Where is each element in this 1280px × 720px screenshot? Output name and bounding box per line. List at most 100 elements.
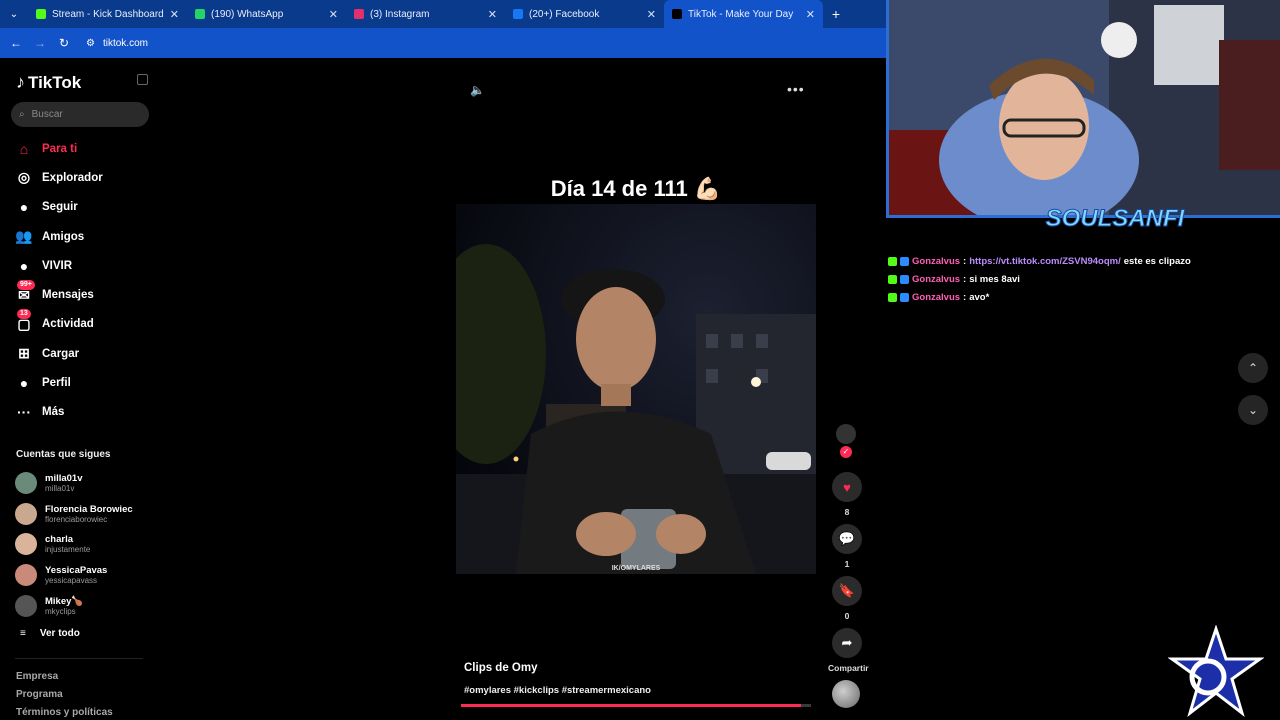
upload-icon: ⊞	[15, 345, 33, 363]
sidebar-item-seguir[interactable]: ● Seguir	[0, 193, 160, 222]
activity-icon: ▢ 13	[15, 309, 33, 333]
chat-separator: :	[963, 291, 967, 303]
chat-message: Gonzalvus: https://vt.tiktok.com/ZSVN94oq…	[888, 252, 1191, 270]
comment-icon: 💬	[838, 531, 856, 546]
sidebar-item-cargar[interactable]: ⊞ Cargar	[0, 339, 160, 368]
chat-link[interactable]: https://vt.tiktok.com/ZSVN94oqm/	[969, 256, 1121, 267]
share-button[interactable]: ➦	[832, 628, 862, 658]
browser-tab[interactable]: (3) Instagram ✕	[346, 0, 505, 28]
compass-icon: ◎	[15, 169, 33, 187]
video-author[interactable]: Clips de Omy	[464, 662, 538, 674]
like-count: 8	[844, 507, 850, 517]
tab-close-icon[interactable]: ✕	[329, 8, 338, 21]
sidebar-item-mensajes[interactable]: ✉ 99+ Mensajes	[0, 280, 160, 309]
sidebar-item-amigos[interactable]: 👥 Amigos	[0, 222, 160, 251]
site-info-icon[interactable]: ⚙	[86, 38, 95, 49]
tab-title: Stream - Kick Dashboard	[52, 8, 164, 20]
footer-link[interactable]: Programa	[16, 689, 113, 707]
forward-arrow-icon[interactable]: →	[30, 33, 50, 53]
heart-icon: ♥	[843, 479, 851, 495]
browser-tab[interactable]: (20+) Facebook ✕	[505, 0, 664, 28]
chat-username[interactable]: Gonzalvus	[912, 274, 960, 285]
scroll-down-button[interactable]: ⌄	[1238, 395, 1268, 425]
account-username: milla01v	[45, 484, 75, 494]
sidebar-item-label: Seguir	[42, 201, 78, 214]
video-progress-bar[interactable]	[461, 704, 811, 707]
tab-title: (3) Instagram	[370, 8, 430, 20]
tab-search-chevron-icon[interactable]: ⌄	[0, 0, 28, 28]
following-account[interactable]: YessicaPavas yessicapavass	[15, 560, 133, 591]
new-tab-button[interactable]: +	[823, 6, 849, 22]
video-player[interactable]: IK/OMYLARES	[456, 204, 816, 574]
footer-link[interactable]: Empresa	[16, 671, 113, 689]
nav-glyph: ●	[19, 199, 29, 216]
tab-favicon-icon	[354, 9, 364, 19]
chevron-up-icon: ⌃	[1247, 361, 1259, 375]
browser-tab[interactable]: (190) WhatsApp ✕	[187, 0, 346, 28]
follow-check-icon[interactable]: ✓	[840, 446, 852, 458]
chat-message: Gonzalvus: avo*	[888, 288, 1191, 306]
account-username: florenciaborowiec	[45, 514, 108, 524]
following-account[interactable]: Mikey🍗 mkyclips	[15, 590, 133, 621]
footer-link[interactable]: Términos y políticas	[16, 707, 113, 720]
browser-tab[interactable]: TikTok - Make Your Day ✕	[664, 0, 823, 28]
following-list: milla01v milla01v Florencia Borowiec floren…	[15, 468, 133, 621]
following-account[interactable]: milla01v milla01v	[15, 468, 133, 499]
search-icon: ⌕	[19, 109, 25, 120]
sidebar-item-perfil[interactable]: ● Perfil	[0, 368, 160, 397]
browser-tab[interactable]: Stream - Kick Dashboard ✕	[28, 0, 187, 28]
sidebar-item-label: Actividad	[42, 318, 94, 331]
music-disc-icon[interactable]	[832, 680, 860, 708]
subscriber-badge-icon	[900, 274, 909, 284]
tab-title: TikTok - Make Your Day	[688, 8, 794, 20]
messages-icon: ✉ 99+	[15, 280, 35, 304]
url-text: tiktok.com	[102, 37, 148, 49]
scroll-up-button[interactable]: ⌃	[1238, 353, 1268, 383]
sidebar-item-label: Para ti	[42, 142, 78, 155]
creator-avatar[interactable]	[836, 424, 856, 444]
chat-text: si mes 8avi	[969, 273, 1020, 285]
following-title: Cuentas que sigues	[16, 449, 111, 460]
address-bar[interactable]: ⚙ tiktok.com	[86, 38, 148, 49]
streamer-star-logo	[1168, 625, 1264, 717]
search-input[interactable]: ⌕ Buscar	[11, 102, 149, 127]
kick-badge-icon	[888, 292, 897, 302]
avatar	[15, 594, 37, 617]
webcam-frame	[889, 0, 1280, 215]
sidebar-item-para-ti[interactable]: ⌂ Para ti	[0, 134, 160, 163]
comment-count: 1	[844, 559, 850, 569]
sidebar-item-m-s[interactable]: ··· Más	[0, 398, 160, 427]
collapse-sidebar-icon[interactable]	[137, 74, 148, 85]
tab-close-icon[interactable]: ✕	[806, 8, 815, 21]
save-button[interactable]: 🔖	[832, 576, 862, 606]
tab-close-icon[interactable]: ✕	[488, 8, 497, 21]
tab-close-icon[interactable]: ✕	[170, 8, 179, 21]
avatar	[15, 533, 37, 556]
volume-icon[interactable]: 🔈	[470, 83, 485, 97]
back-arrow-icon[interactable]: ←	[6, 33, 26, 53]
sidebar-item-vivir[interactable]: ● VIVIR	[0, 251, 160, 280]
tab-favicon-icon	[672, 9, 682, 19]
more-options-icon[interactable]: •••	[787, 81, 805, 97]
video-progress-fill	[461, 704, 801, 707]
friends-icon: 👥	[15, 228, 33, 246]
chat-username[interactable]: Gonzalvus	[912, 256, 960, 267]
sidebar-item-actividad[interactable]: ▢ 13 Actividad	[0, 309, 160, 339]
tiktok-note-icon: ♪	[16, 72, 25, 92]
browser-toolbar: ← → ↻ ⚙ tiktok.com	[0, 28, 886, 58]
video-hashtags[interactable]: #omylares #kickclips #streamermexicano	[464, 685, 651, 696]
following-account[interactable]: charla injustamente	[15, 529, 133, 560]
tab-close-icon[interactable]: ✕	[647, 8, 656, 21]
see-all-button[interactable]: ≡ Ver todo	[20, 628, 80, 639]
tiktok-logo[interactable]: ♪ TikTok	[16, 72, 81, 93]
sidebar-item-explorador[interactable]: ◎ Explorador	[0, 163, 160, 192]
chat-username[interactable]: Gonzalvus	[912, 292, 960, 303]
nav-glyph: ◎	[17, 169, 31, 186]
account-username: yessicapavass	[45, 576, 98, 586]
like-button[interactable]: ♥	[832, 472, 862, 502]
comment-button[interactable]: 💬	[832, 524, 862, 554]
subscriber-badge-icon	[900, 292, 909, 302]
following-account[interactable]: Florencia Borowiec florenciaborowiec	[15, 499, 133, 530]
reload-icon[interactable]: ↻	[54, 33, 74, 53]
save-count: 0	[844, 611, 850, 621]
